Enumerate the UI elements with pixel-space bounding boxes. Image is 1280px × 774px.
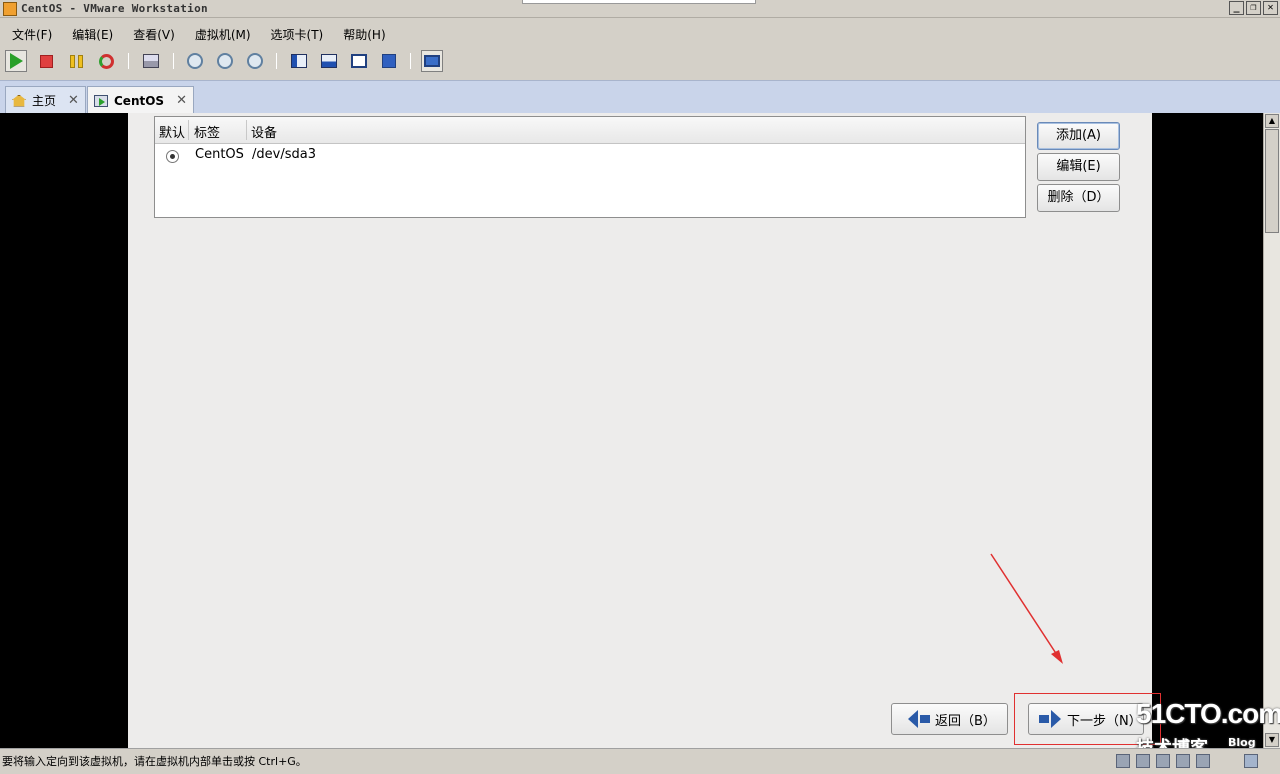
sidebar-icon	[291, 54, 307, 68]
column-divider	[188, 120, 189, 140]
message-log-icon[interactable]	[1244, 754, 1258, 768]
arrow-left-icon	[908, 710, 918, 728]
menu-vm[interactable]: 虚拟机(M)	[183, 25, 259, 45]
suspend-button[interactable]	[65, 50, 87, 72]
vmware-app-icon	[3, 2, 17, 16]
menu-file[interactable]: 文件(F)	[0, 25, 60, 45]
tab-home[interactable]: 主页 ✕	[5, 86, 86, 114]
back-button[interactable]: 返回（B）	[891, 703, 1008, 735]
revert-snapshot-button[interactable]	[214, 50, 236, 72]
window-title: CentOS - VMware Workstation	[21, 2, 208, 15]
row-device: /dev/sda3	[252, 147, 316, 162]
vertical-scrollbar[interactable]: ▲ ▼	[1263, 113, 1280, 748]
add-button[interactable]: 添加(A)	[1037, 122, 1120, 150]
stop-icon	[39, 54, 53, 68]
toolbar-separator	[276, 53, 277, 69]
column-divider	[246, 120, 247, 140]
tab-bar: 主页 ✕ CentOS ✕	[0, 80, 1280, 114]
show-thumbnail-button[interactable]	[318, 50, 340, 72]
menu-help[interactable]: 帮助(H)	[331, 25, 393, 45]
status-message: 要将输入定向到该虚拟机，请在虚拟机内部单击或按 Ctrl+G。	[2, 755, 307, 768]
scroll-thumb[interactable]	[1265, 129, 1279, 233]
send-ctrl-alt-del-button[interactable]	[140, 50, 162, 72]
power-off-button[interactable]	[35, 50, 57, 72]
full-screen-button[interactable]	[348, 50, 370, 72]
menu-edit[interactable]: 编辑(E)	[60, 25, 121, 45]
console-icon	[424, 55, 440, 67]
toolbar	[0, 48, 1280, 76]
window-titlebar: CentOS - VMware Workstation _ ❐ ✕	[0, 0, 1280, 18]
next-button[interactable]: 下一步（N）	[1028, 703, 1144, 735]
hard-disk-icon[interactable]	[1116, 754, 1130, 768]
printer-icon[interactable]	[1176, 754, 1190, 768]
toolbar-separator	[128, 53, 129, 69]
arrow-right-icon-bar	[1039, 715, 1049, 723]
table-row[interactable]: CentOS /dev/sda3	[155, 144, 1025, 168]
close-tab-home-icon[interactable]: ✕	[68, 93, 79, 108]
arrow-left-icon-bar	[920, 715, 930, 723]
device-status-icons	[1116, 754, 1210, 768]
console-view-button[interactable]	[421, 50, 443, 72]
keyboard-icon	[143, 54, 159, 68]
home-icon	[12, 94, 26, 107]
snapshot-icon	[187, 53, 203, 69]
guest-letterbox-left	[0, 113, 128, 748]
menu-bar: 文件(F) 编辑(E) 查看(V) 虚拟机(M) 选项卡(T) 帮助(H)	[0, 25, 1280, 45]
close-window-button[interactable]: ✕	[1263, 1, 1278, 15]
title-input-strip	[522, 0, 756, 4]
tab-home-label: 主页	[32, 94, 57, 108]
fullscreen-icon	[351, 54, 367, 68]
snapshot-manager-button[interactable]	[244, 50, 266, 72]
default-radio[interactable]	[166, 150, 179, 163]
unity-button[interactable]	[378, 50, 400, 72]
delete-button[interactable]: 删除（D）	[1037, 184, 1120, 212]
take-snapshot-button[interactable]	[184, 50, 206, 72]
sound-card-icon[interactable]	[1196, 754, 1210, 768]
column-default[interactable]: 默认	[159, 122, 185, 141]
column-device[interactable]: 设备	[251, 122, 277, 141]
cd-rom-icon[interactable]	[1136, 754, 1150, 768]
window-controls: _ ❐ ✕	[1229, 1, 1278, 15]
reset-button[interactable]	[95, 50, 117, 72]
menu-view[interactable]: 查看(V)	[121, 25, 183, 45]
unity-icon	[382, 54, 396, 68]
pause-icon	[69, 54, 83, 68]
menu-tabs[interactable]: 选项卡(T)	[259, 25, 332, 45]
status-bar: 要将输入定向到该虚拟机，请在虚拟机内部单击或按 Ctrl+G。	[0, 748, 1280, 774]
close-tab-centos-icon[interactable]: ✕	[176, 93, 187, 108]
revert-icon	[217, 53, 233, 69]
scroll-down-icon[interactable]: ▼	[1265, 733, 1279, 747]
guest-letterbox-right	[1152, 113, 1263, 748]
next-button-label: 下一步（N）	[1067, 713, 1142, 729]
minimize-button[interactable]: _	[1229, 1, 1244, 15]
tab-centos[interactable]: CentOS ✕	[87, 86, 194, 114]
snapshot-manager-icon	[247, 53, 263, 69]
toolbar-separator	[173, 53, 174, 69]
arrow-right-icon	[1051, 710, 1061, 728]
column-label[interactable]: 标签	[194, 122, 220, 141]
bootloader-table-header: 默认 标签 设备	[155, 117, 1025, 144]
show-sidebar-button[interactable]	[288, 50, 310, 72]
power-on-button[interactable]	[5, 50, 27, 72]
bootloader-table: 默认 标签 设备 CentOS /dev/sda3	[154, 116, 1026, 218]
thumbnail-icon	[321, 54, 337, 68]
tab-centos-label: CentOS	[114, 93, 165, 108]
network-adapter-icon[interactable]	[1156, 754, 1170, 768]
edit-button[interactable]: 编辑(E)	[1037, 153, 1120, 181]
guest-screen[interactable]: 默认 标签 设备 CentOS /dev/sda3 添加(A) 编辑(E) 删除…	[128, 113, 1152, 748]
scroll-up-icon[interactable]: ▲	[1265, 114, 1279, 128]
vm-icon	[94, 94, 108, 107]
reset-icon	[98, 53, 114, 69]
play-icon	[9, 53, 23, 69]
row-label: CentOS	[195, 147, 244, 162]
toolbar-separator	[410, 53, 411, 69]
restore-button[interactable]: ❐	[1246, 1, 1261, 15]
back-button-label: 返回（B）	[935, 713, 996, 729]
